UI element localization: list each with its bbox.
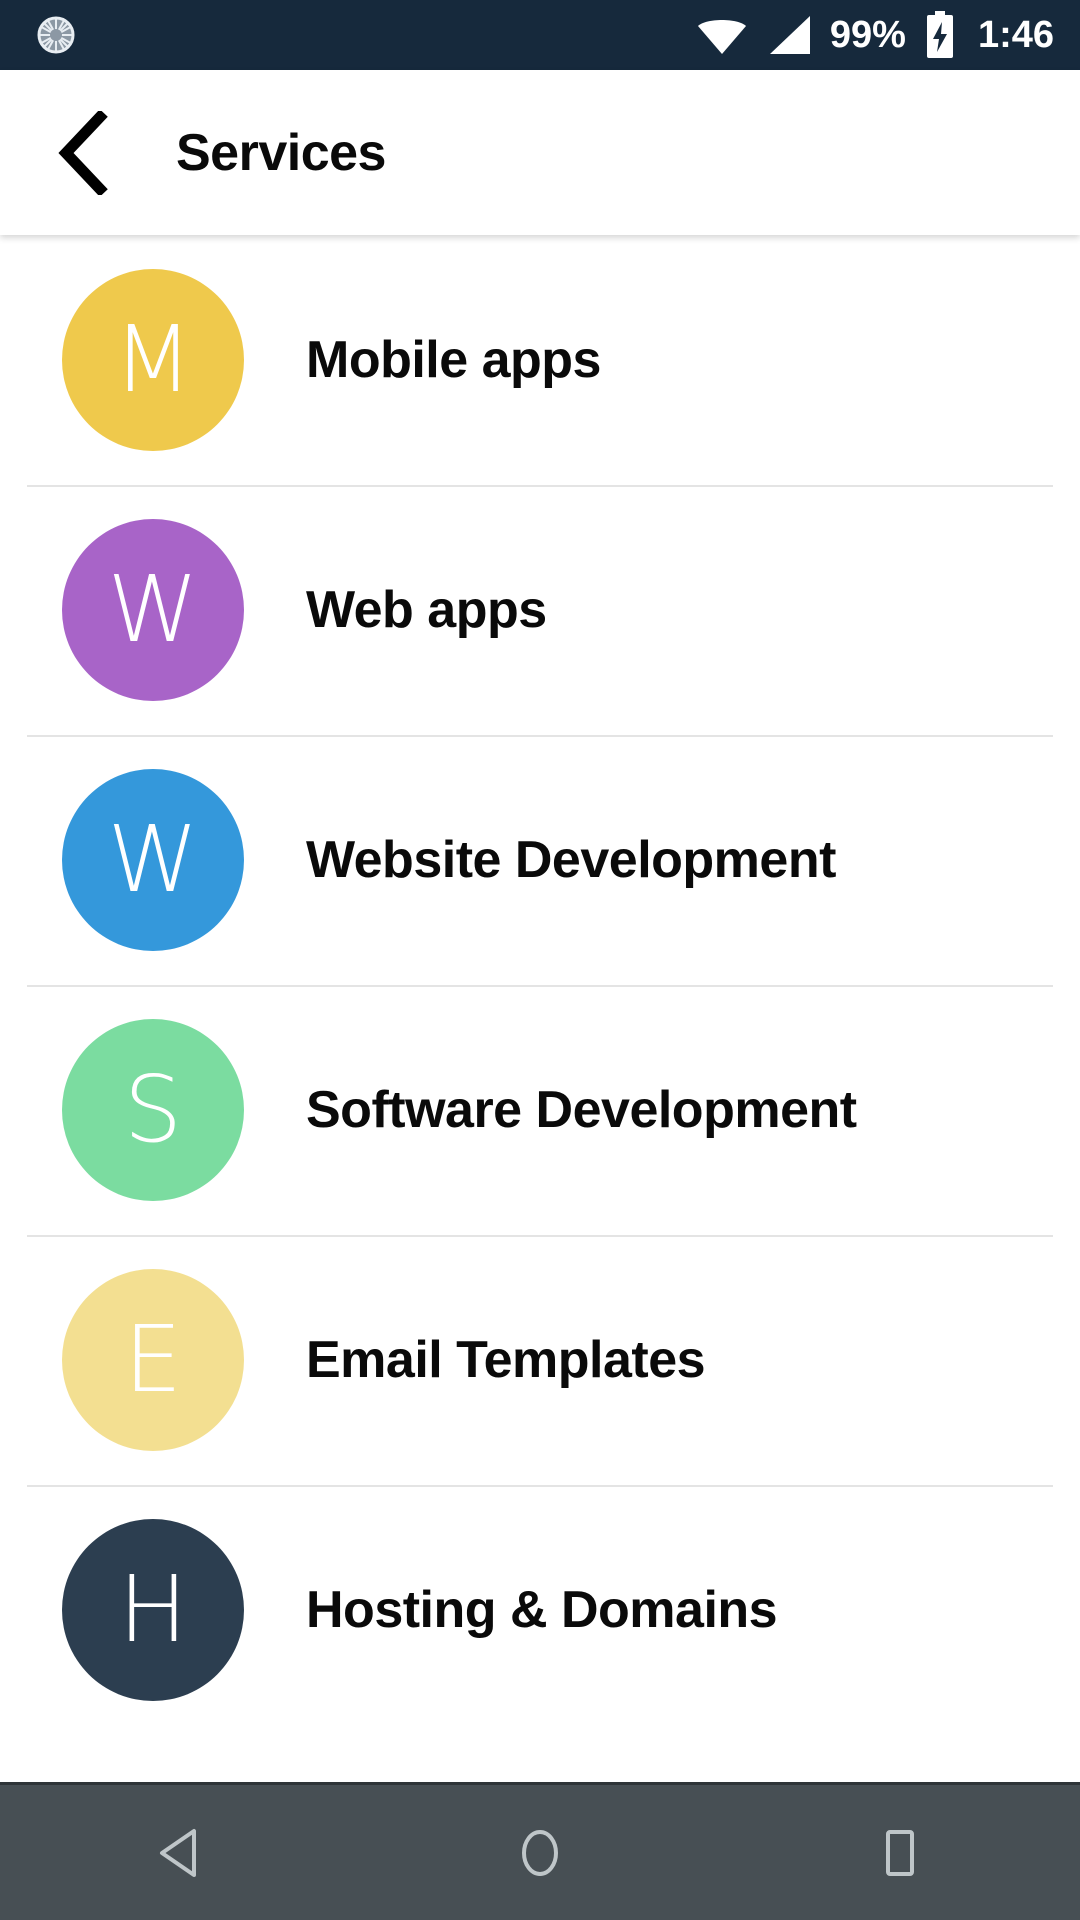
app-bar: Services xyxy=(0,70,1080,235)
avatar-initial: M xyxy=(113,306,193,413)
list-item-label: Software Development xyxy=(306,1081,857,1139)
back-button[interactable] xyxy=(38,107,130,199)
back-chevron-icon xyxy=(58,110,110,195)
list-item[interactable]: M Mobile apps xyxy=(0,235,1080,485)
avatar: E xyxy=(62,1269,244,1451)
status-bar-right: 99% 1:46 xyxy=(696,11,1054,59)
page-title: Services xyxy=(176,123,386,182)
services-list: M Mobile apps W Web apps W Website Devel… xyxy=(0,235,1080,1782)
list-item-label: Hosting & Domains xyxy=(306,1581,778,1639)
nav-home-button[interactable] xyxy=(460,1784,620,1920)
avatar: H xyxy=(62,1519,244,1701)
list-item-label: Email Templates xyxy=(306,1331,706,1389)
battery-percent-label: 99% xyxy=(829,14,906,56)
status-bar-clock: 1:46 xyxy=(977,14,1054,56)
list-item[interactable]: H Hosting & Domains xyxy=(0,1485,1080,1735)
cellular-signal-icon xyxy=(766,14,812,56)
list-item-label: Web apps xyxy=(306,581,547,639)
nav-back-button[interactable] xyxy=(100,1784,260,1920)
spinner-icon xyxy=(34,13,78,57)
list-item-label: Website Development xyxy=(306,831,836,889)
avatar-initial: S xyxy=(123,1056,183,1163)
wifi-icon xyxy=(696,14,748,56)
nav-back-triangle-icon xyxy=(156,1827,204,1879)
avatar: M xyxy=(62,269,244,451)
list-item-label: Mobile apps xyxy=(306,331,601,389)
avatar-initial: H xyxy=(118,1556,188,1663)
avatar-initial: W xyxy=(107,556,199,663)
status-bar-left xyxy=(34,13,78,57)
list-item[interactable]: W Website Development xyxy=(0,735,1080,985)
phone-screen: 99% 1:46 Services M Mobile apps W Web ap… xyxy=(0,0,1080,1920)
list-item[interactable]: W Web apps xyxy=(0,485,1080,735)
avatar: S xyxy=(62,1019,244,1201)
avatar-initial: W xyxy=(107,806,199,913)
nav-recents-square-icon xyxy=(876,1827,924,1879)
status-bar: 99% 1:46 xyxy=(0,0,1080,70)
system-navigation-bar xyxy=(0,1782,1080,1920)
avatar: W xyxy=(62,769,244,951)
nav-home-circle-icon xyxy=(516,1827,564,1879)
list-item[interactable]: E Email Templates xyxy=(0,1235,1080,1485)
avatar: W xyxy=(62,519,244,701)
nav-recents-button[interactable] xyxy=(820,1784,980,1920)
avatar-initial: E xyxy=(123,1306,183,1413)
list-item[interactable]: S Software Development xyxy=(0,985,1080,1235)
battery-charging-icon xyxy=(924,11,956,59)
